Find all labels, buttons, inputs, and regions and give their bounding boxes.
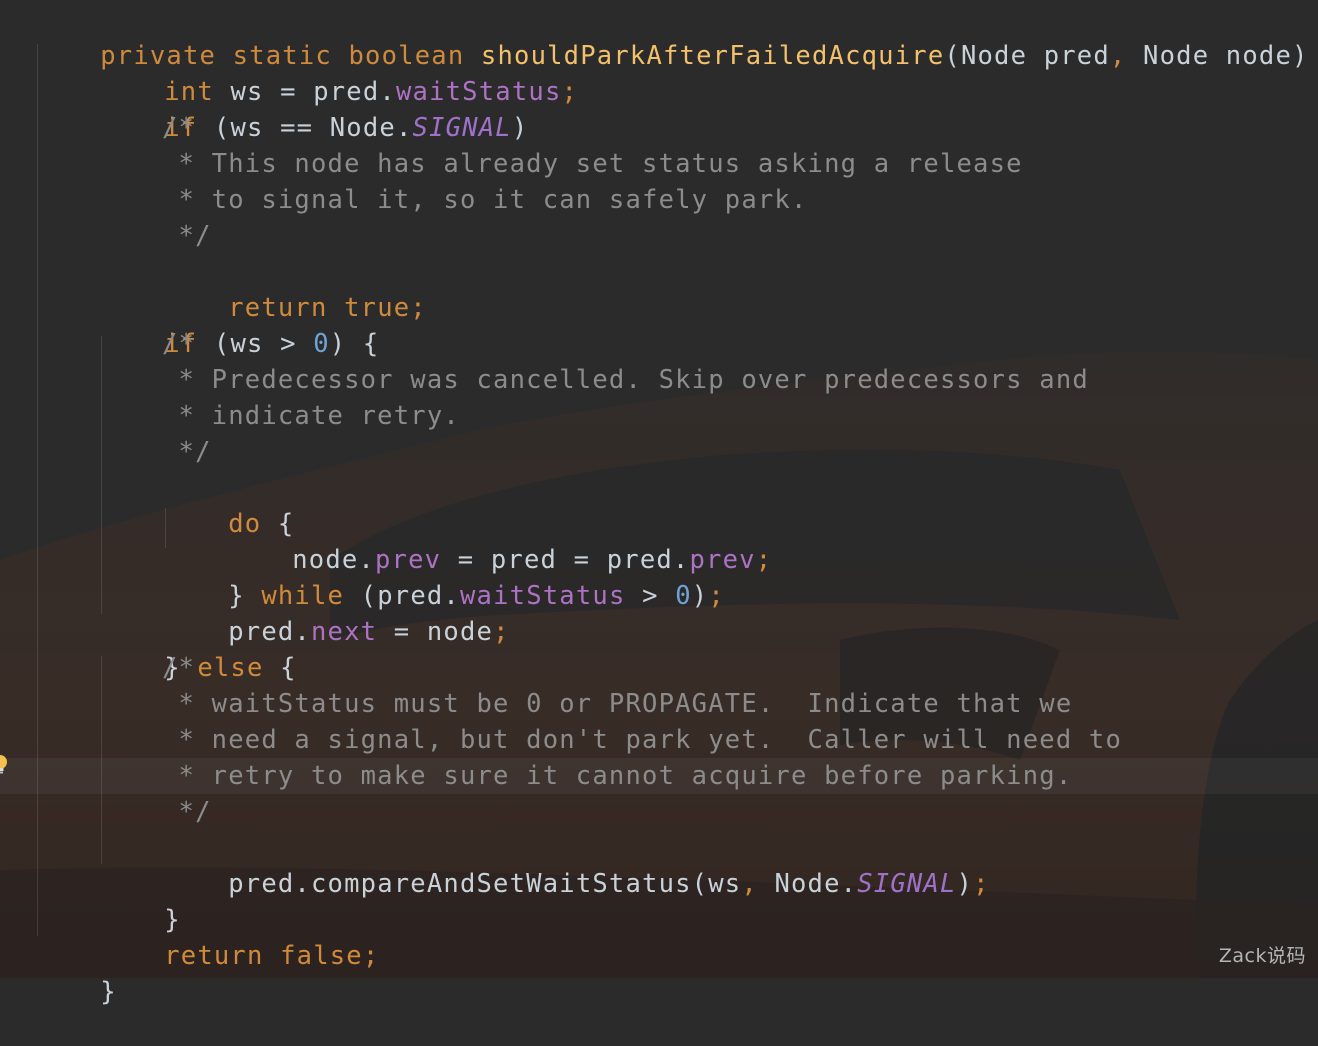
code-line-24[interactable]: pred.compareAndSetWaitStatus(ws, Node.SI…: [0, 830, 1318, 899]
code-line-12[interactable]: * indicate retry.: [0, 398, 1318, 434]
comment-text: /*: [162, 329, 196, 359]
code-line-17[interactable]: pred.next = node;: [0, 578, 1318, 647]
code-line-7[interactable]: */: [0, 218, 1318, 254]
comment-text: * retry to make sure it cannot acquire b…: [162, 761, 1073, 791]
code-line-21[interactable]: * need a signal, but don't park yet. Cal…: [0, 722, 1318, 758]
code-line-15[interactable]: node.prev = pred = pred.prev;: [0, 506, 1318, 575]
lightbulb-icon[interactable]: [0, 754, 8, 776]
code-line-14[interactable]: do {: [0, 470, 1318, 539]
comment-text: * This node has already set status askin…: [162, 149, 1023, 179]
code-line-3[interactable]: if (ws == Node.SIGNAL): [0, 74, 1318, 143]
comment-text: * waitStatus must be 0 or PROPAGATE. Ind…: [162, 689, 1073, 719]
code-line-6[interactable]: * to signal it, so it can safely park.: [0, 182, 1318, 218]
code-line-8[interactable]: return true;: [0, 254, 1318, 323]
code-line-1[interactable]: private static boolean shouldParkAfterFa…: [0, 2, 1318, 71]
code-line-5[interactable]: * This node has already set status askin…: [0, 146, 1318, 182]
comment-text: /*: [162, 113, 196, 143]
code-line-20[interactable]: * waitStatus must be 0 or PROPAGATE. Ind…: [0, 686, 1318, 722]
code-line-2[interactable]: int ws = pred.waitStatus;: [0, 38, 1318, 107]
code-line-13[interactable]: */: [0, 434, 1318, 470]
code-line-16[interactable]: } while (pred.waitStatus > 0);: [0, 542, 1318, 611]
comment-text: * Predecessor was cancelled. Skip over p…: [162, 365, 1089, 395]
code-line-11[interactable]: * Predecessor was cancelled. Skip over p…: [0, 362, 1318, 398]
code-line-22[interactable]: * retry to make sure it cannot acquire b…: [0, 758, 1318, 794]
code-line-25[interactable]: }: [0, 866, 1318, 935]
code-token: }: [100, 977, 117, 1007]
code-line-9[interactable]: if (ws > 0) {: [0, 290, 1318, 359]
code-line-23[interactable]: */: [0, 794, 1318, 830]
code-line-26[interactable]: return false;: [0, 902, 1318, 971]
comment-text: */: [162, 437, 212, 467]
comment-text: */: [162, 221, 212, 251]
comment-text: * need a signal, but don't park yet. Cal…: [162, 725, 1123, 755]
watermark: Zack说码: [1218, 945, 1306, 967]
code-line-18[interactable]: } else {: [0, 614, 1318, 683]
code-editor[interactable]: private static boolean shouldParkAfterFa…: [0, 0, 1318, 1007]
code-line-10[interactable]: /*: [0, 326, 1318, 362]
comment-text: */: [162, 797, 212, 827]
comment-text: * to signal it, so it can safely park.: [162, 185, 808, 215]
code-line-19[interactable]: /*: [0, 650, 1318, 686]
code-line-4[interactable]: /*: [0, 110, 1318, 146]
code-line-27[interactable]: }: [0, 938, 1318, 1007]
comment-text: * indicate retry.: [162, 401, 460, 431]
comment-text: /*: [162, 653, 196, 683]
